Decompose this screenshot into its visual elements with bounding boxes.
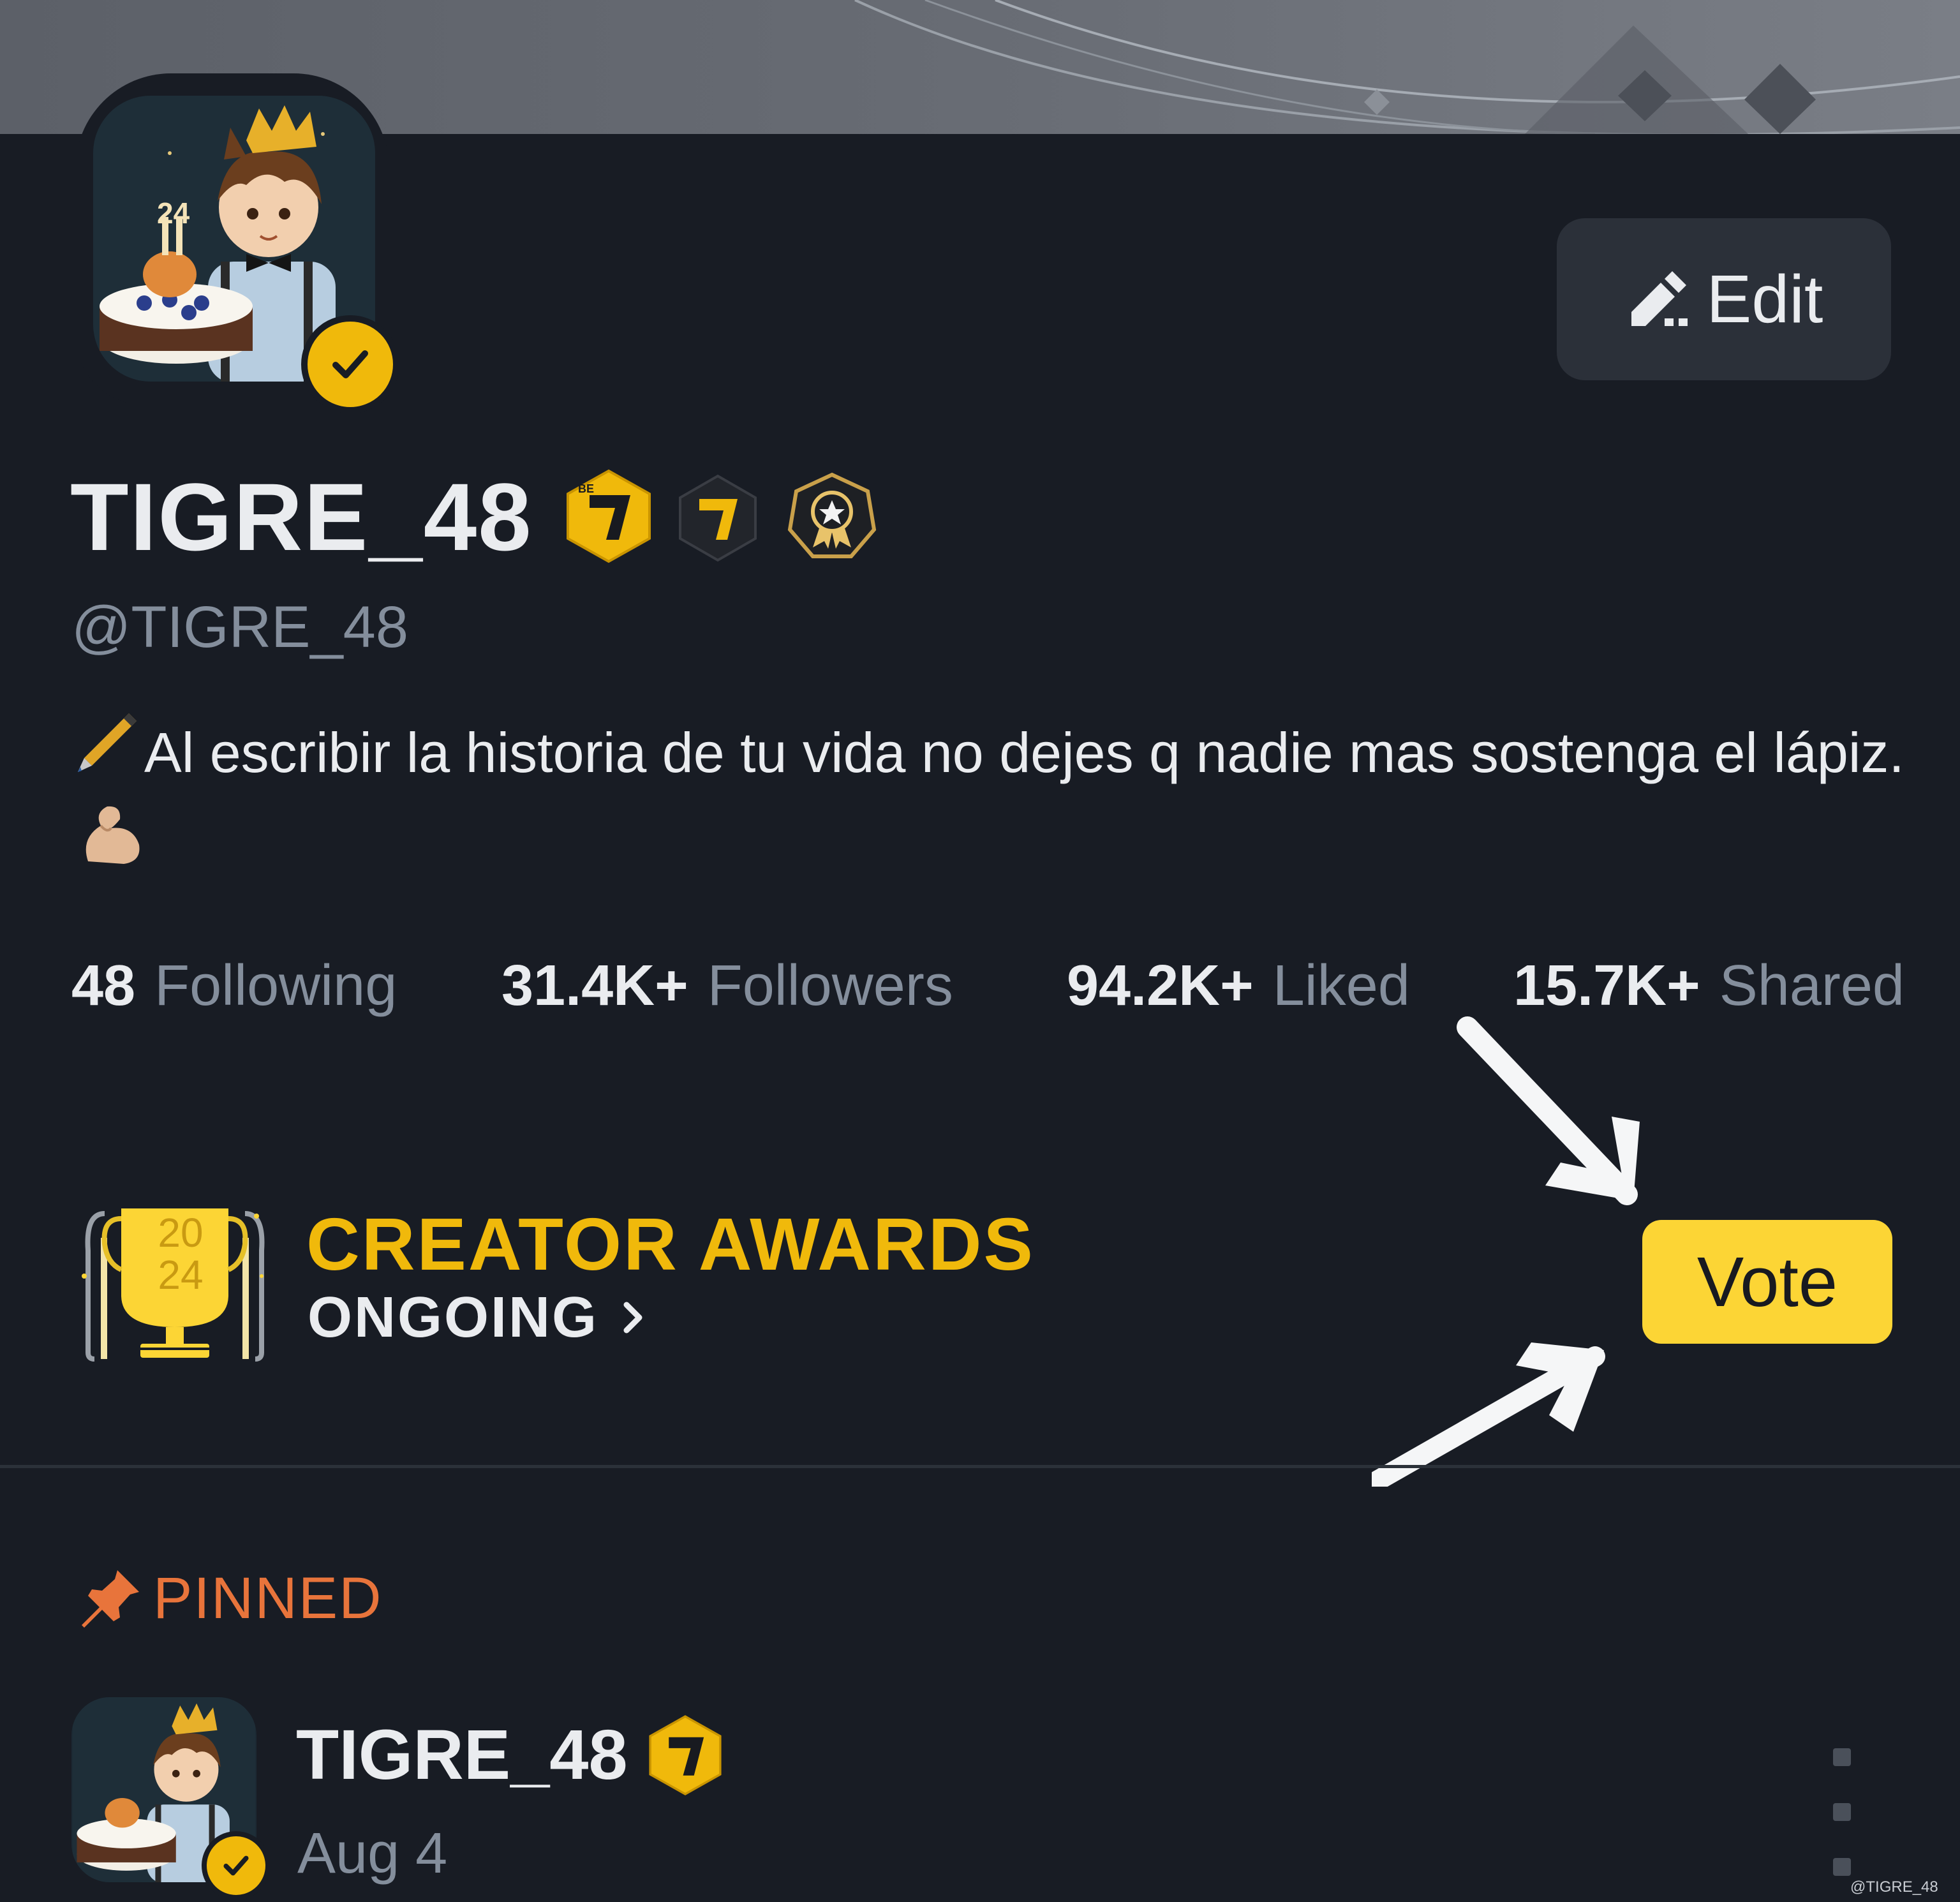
vote-label: Vote — [1696, 1242, 1838, 1321]
stat-followers[interactable]: 31.4K+ Followers — [501, 951, 953, 1021]
creator-awards-status: ONGOING — [308, 1286, 599, 1349]
creator-awards-status-link[interactable]: ONGOING — [308, 1282, 646, 1353]
stat-liked-value: 94.2K+ — [1067, 954, 1254, 1018]
watermark: @TIGRE_48 — [1850, 1878, 1938, 1896]
vote-button[interactable]: Vote — [1642, 1220, 1892, 1344]
username: @TIGRE_48 — [71, 595, 409, 660]
flexed-biceps-icon — [75, 800, 145, 892]
be7-binance-gold-badge-icon[interactable]: BE — [564, 468, 653, 567]
post-date: Aug 4 — [297, 1822, 448, 1885]
arrow-up-right-icon — [1372, 1342, 1605, 1487]
bio-text: Al escribir la historia de tu vida no de… — [144, 721, 1904, 784]
svg-text:24: 24 — [157, 197, 190, 230]
be7-binance-dark-badge-icon[interactable] — [676, 473, 759, 566]
display-name: TIGRE_48 — [70, 463, 533, 570]
stat-followers-label: Followers — [707, 954, 953, 1018]
svg-text:BE: BE — [578, 482, 594, 495]
edit-profile-button[interactable]: Edit — [1557, 218, 1891, 380]
stat-following-label: Following — [154, 954, 397, 1018]
stat-followers-value: 31.4K+ — [501, 954, 688, 1018]
creator-awards-title[interactable]: CREATOR AWARDS — [306, 1200, 1035, 1289]
annotation-arrows — [1372, 1016, 1640, 1487]
stat-liked[interactable]: 94.2K+ Liked — [1067, 951, 1410, 1021]
stat-following[interactable]: 48 Following — [71, 951, 397, 1021]
pinned-header: PINNED — [79, 1563, 383, 1633]
stat-shared-label: Shared — [1719, 954, 1904, 1018]
pen-icon — [70, 708, 140, 800]
stat-following-value: 48 — [71, 954, 136, 1018]
trophy-year-top: 20 — [158, 1210, 204, 1256]
edit-label: Edit — [1706, 261, 1823, 337]
stat-shared[interactable]: 15.7K+ Shared — [1513, 951, 1904, 1021]
pinned-label: PINNED — [153, 1566, 383, 1631]
profile-bio: Al escribir la historia de tu vida no de… — [70, 708, 1908, 892]
post-verified-badge-icon — [202, 1831, 271, 1900]
arrow-down-right-icon — [1457, 1016, 1640, 1205]
verified-badge-icon — [301, 315, 399, 413]
stat-liked-label: Liked — [1272, 954, 1410, 1018]
stat-shared-value: 15.7K+ — [1513, 954, 1700, 1018]
section-divider — [0, 1465, 1960, 1468]
post-author-name[interactable]: TIGRE_48 — [296, 1714, 628, 1797]
trophy-year-bottom: 24 — [158, 1252, 204, 1298]
post-author-badge-icon — [647, 1714, 724, 1800]
edit-icon — [1631, 271, 1688, 326]
pin-icon — [82, 1570, 139, 1628]
chevron-right-icon — [623, 1302, 642, 1334]
post-more-options-icon[interactable] — [1826, 1748, 1858, 1876]
award-medal-badge-icon[interactable] — [787, 472, 877, 565]
